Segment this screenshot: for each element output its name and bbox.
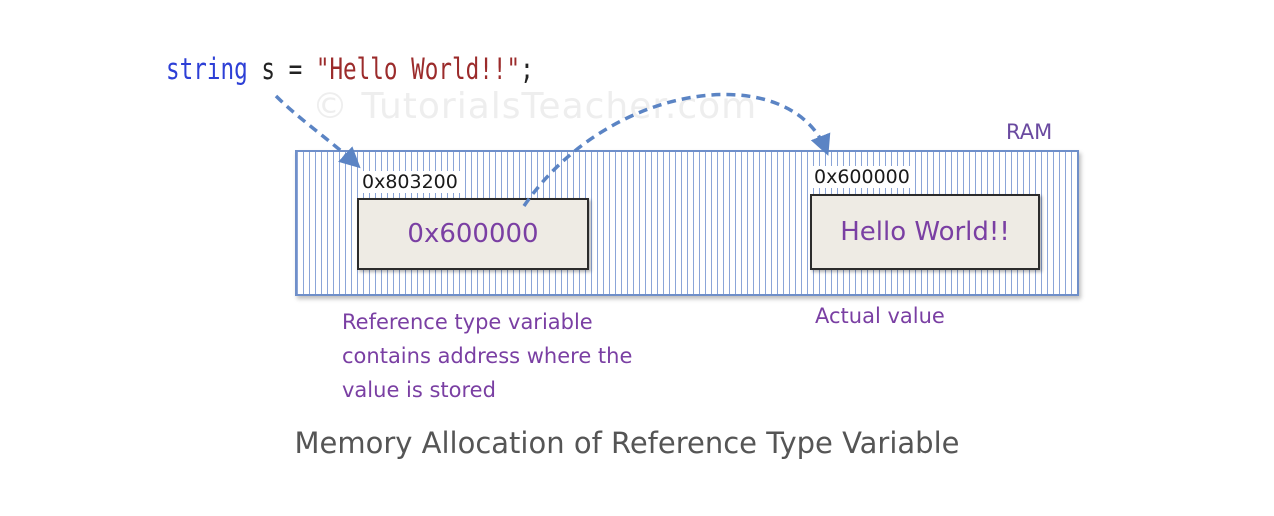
reference-note-line: value is stored <box>342 378 496 402</box>
reference-value-text: 0x600000 <box>407 219 539 249</box>
code-keyword: string <box>166 52 248 86</box>
reference-note: Reference type variable contains address… <box>342 305 632 407</box>
value-address-label: 0x600000 <box>812 166 912 188</box>
figure-caption: Memory Allocation of Reference Type Vari… <box>294 426 960 460</box>
code-string-literal: "Hello World!!" <box>315 52 521 86</box>
code-variable-assignment: s = <box>247 52 316 86</box>
actual-value-note: Actual value <box>815 304 945 328</box>
actual-value-box: Hello World!! <box>810 194 1040 270</box>
reference-value-box: 0x600000 <box>357 198 589 270</box>
actual-value-text: Hello World!! <box>840 217 1010 247</box>
watermark: © TutorialsTeacher.com <box>312 86 758 127</box>
code-statement: string s = "Hello World!!"; <box>166 52 534 86</box>
ram-label: RAM <box>1006 120 1053 144</box>
code-terminator: ; <box>520 52 534 86</box>
reference-address-label: 0x803200 <box>360 171 460 193</box>
reference-note-line: Reference type variable <box>342 310 593 334</box>
reference-note-line: contains address where the <box>342 344 633 368</box>
